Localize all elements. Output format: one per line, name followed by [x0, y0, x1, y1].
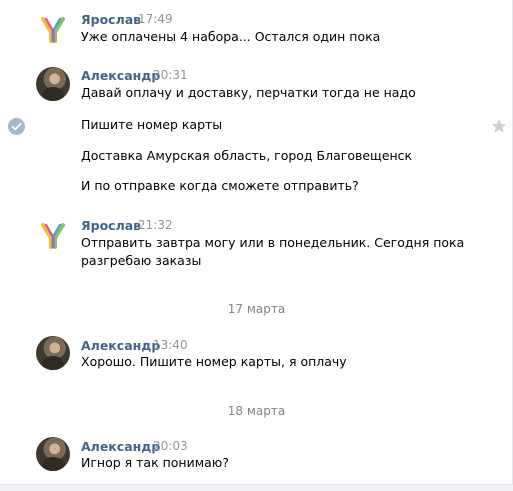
- message-text: Уже оплачены 4 набора... Остался один по…: [81, 29, 381, 44]
- star-icon[interactable]: [490, 117, 508, 135]
- message-author[interactable]: Ярослав: [81, 218, 141, 233]
- date-separator: 18 марта: [227, 404, 286, 418]
- message-time[interactable]: 20:31: [153, 68, 188, 82]
- message-author[interactable]: Александр: [81, 68, 160, 83]
- message-text: Игнор я так понимаю?: [81, 455, 229, 470]
- message-author[interactable]: Александр: [81, 439, 160, 454]
- avatar-alexander[interactable]: [36, 437, 70, 471]
- composer-edge: [0, 484, 513, 491]
- message-time[interactable]: 20:03: [153, 439, 188, 453]
- chat-history: Ярослав 17:49 Уже оплачены 4 набора... О…: [0, 0, 513, 491]
- avatar-yaroslav[interactable]: [36, 12, 70, 46]
- y-logo-icon: [41, 17, 65, 43]
- message-text: И по отправке когда сможете отправить?: [81, 178, 359, 193]
- message-author[interactable]: Александр: [81, 338, 160, 353]
- message-text: Давай оплачу и доставку, перчатки тогда …: [81, 85, 416, 100]
- avatar-yaroslav[interactable]: [36, 218, 70, 252]
- message-text: Хорошо. Пишите номер карты, я оплачу: [81, 354, 347, 369]
- message-time[interactable]: 21:32: [138, 218, 173, 232]
- avatar-alexander[interactable]: [36, 67, 70, 101]
- message-text: Пишите номер карты: [81, 117, 223, 132]
- message-text: Доставка Амурская область, город Благове…: [81, 148, 413, 163]
- avatar-alexander[interactable]: [36, 336, 70, 370]
- message-time[interactable]: 17:49: [138, 12, 173, 26]
- message-author[interactable]: Ярослав: [81, 12, 141, 27]
- message-text: Отправить завтра могу или в понедельник.…: [81, 235, 465, 250]
- message-time[interactable]: 13:40: [153, 338, 188, 352]
- check-circle-icon[interactable]: [8, 118, 25, 135]
- date-separator: 17 марта: [227, 302, 286, 316]
- message-text: разгребаю заказы: [81, 253, 202, 268]
- y-logo-icon: [41, 223, 65, 249]
